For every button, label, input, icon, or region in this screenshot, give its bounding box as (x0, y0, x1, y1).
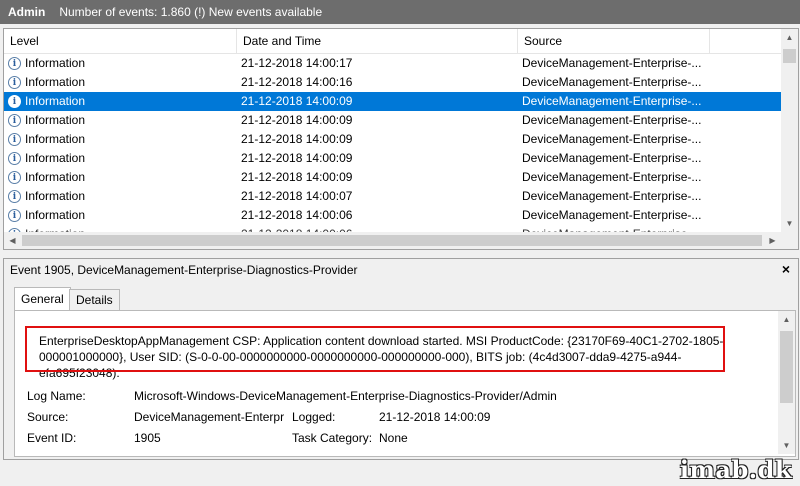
event-detail-title: Event 1905, DeviceManagement-Enterprise-… (10, 263, 358, 277)
level-cell: i Information (8, 206, 85, 225)
detail-scroll-down-arrow-icon[interactable]: ▼ (778, 437, 795, 454)
detail-scroll-thumb[interactable] (780, 331, 793, 403)
scroll-down-arrow-icon[interactable]: ▼ (781, 215, 798, 232)
close-icon[interactable]: × (782, 261, 790, 277)
level-cell: i Information (8, 187, 85, 206)
table-row[interactable]: i Information 21-12-2018 14:00:09 DeviceMan… (4, 92, 781, 111)
logged-label: Logged: (292, 410, 336, 424)
window-titlebar: Admin Number of events: 1.860 (!) New ev… (0, 0, 800, 24)
level-text: Information (25, 56, 86, 70)
date-time-cell: 21-12-2018 14:00:09 (241, 113, 353, 127)
date-time-cell: 21-12-2018 14:00:09 (241, 170, 353, 184)
source-cell: DeviceManagement-Enterprise-... (522, 170, 702, 184)
column-header-level[interactable]: Level (4, 29, 237, 53)
information-icon: i (8, 171, 21, 184)
watermark-logo: imab.dk (679, 455, 792, 484)
task-category-label: Task Category: (292, 431, 373, 445)
source-label: Source: (27, 410, 69, 424)
level-cell: i Information (8, 54, 85, 73)
source-cell: DeviceManagement-Enterprise-... (522, 56, 702, 70)
level-cell: i Information (8, 130, 85, 149)
horizontal-scroll-thumb[interactable] (22, 235, 762, 246)
column-header-source[interactable]: Source (518, 29, 710, 53)
level-text: Information (25, 151, 86, 165)
level-text: Information (25, 208, 86, 222)
general-tab-panel: EnterpriseDesktopAppManagement CSP: Appl… (14, 310, 796, 457)
information-icon: i (8, 190, 21, 203)
scroll-thumb[interactable] (783, 49, 796, 63)
table-row[interactable]: i Information 21-12-2018 14:00:09 DeviceMan… (4, 111, 781, 130)
scroll-right-arrow-icon[interactable]: ▶ (764, 232, 781, 249)
date-time-cell: 21-12-2018 14:00:09 (241, 132, 353, 146)
event-list-header: Level Date and Time Source (4, 29, 781, 54)
level-text: Information (25, 94, 86, 108)
date-time-cell: 21-12-2018 14:00:17 (241, 56, 353, 70)
log-name-title: Admin (8, 5, 46, 19)
log-name-label: Log Name: (27, 389, 86, 403)
source-cell: DeviceManagement-Enterprise-... (522, 94, 702, 108)
task-category-value: None (379, 431, 408, 445)
date-time-cell: 21-12-2018 14:00:07 (241, 189, 353, 203)
table-row[interactable]: i Information 21-12-2018 14:00:09 DeviceMan… (4, 130, 781, 149)
source-cell: DeviceManagement-Enterprise-... (522, 189, 702, 203)
event-list-horizontal-scrollbar[interactable]: ◀ ▶ (4, 232, 781, 249)
tab-details[interactable]: Details (69, 289, 120, 311)
source-cell: DeviceManagement-Enterprise-... (522, 208, 702, 222)
information-icon: i (8, 133, 21, 146)
detail-scroll-up-arrow-icon[interactable]: ▲ (778, 311, 795, 328)
source-cell: DeviceManagement-Enterprise-... (522, 113, 702, 127)
event-list[interactable]: Level Date and Time Source i Information 2… (3, 28, 799, 250)
table-row[interactable]: i Information 21-12-2018 14:00:09 DeviceMan… (4, 168, 781, 187)
event-id-label: Event ID: (27, 431, 77, 445)
information-icon: i (8, 76, 21, 89)
level-text: Information (25, 113, 86, 127)
source-cell: DeviceManagement-Enterprise-... (522, 132, 702, 146)
column-header-date-time[interactable]: Date and Time (237, 29, 518, 53)
date-time-cell: 21-12-2018 14:00:09 (241, 151, 353, 165)
tab-general[interactable]: General (14, 287, 71, 311)
table-row[interactable]: i Information 21-12-2018 14:00:06 DeviceMan… (4, 206, 781, 225)
log-name-value: Microsoft-Windows-DeviceManagement-Enter… (134, 389, 557, 403)
source-cell: DeviceManagement-Enterprise-... (522, 75, 702, 89)
level-text: Information (25, 189, 86, 203)
description-highlight-box (25, 326, 725, 372)
logged-value: 21-12-2018 14:00:09 (379, 410, 491, 424)
date-time-cell: 21-12-2018 14:00:09 (241, 94, 353, 108)
information-icon: i (8, 57, 21, 70)
event-detail-pane: Event 1905, DeviceManagement-Enterprise-… (3, 258, 799, 460)
date-time-cell: 21-12-2018 14:00:06 (241, 208, 353, 222)
table-row[interactable]: i Information 21-12-2018 14:00:09 DeviceMan… (4, 149, 781, 168)
event-count-status: Number of events: 1.860 (!) New events a… (59, 5, 323, 19)
event-id-value: 1905 (134, 431, 161, 445)
level-cell: i Information (8, 92, 85, 111)
level-cell: i Information (8, 168, 85, 187)
table-row[interactable]: i Information 21-12-2018 14:00:17 DeviceMan… (4, 54, 781, 73)
information-icon: i (8, 114, 21, 127)
detail-vertical-scrollbar[interactable]: ▲ ▼ (778, 311, 795, 454)
level-cell: i Information (8, 73, 85, 92)
table-row[interactable]: i Information 21-12-2018 14:00:16 DeviceMan… (4, 73, 781, 92)
source-cell: DeviceManagement-Enterprise-... (522, 151, 702, 165)
scroll-up-arrow-icon[interactable]: ▲ (781, 29, 798, 46)
table-row[interactable]: i Information 21-12-2018 14:00:07 DeviceMan… (4, 187, 781, 206)
information-icon: i (8, 209, 21, 222)
information-icon: i (8, 95, 21, 108)
information-icon: i (8, 152, 21, 165)
scroll-left-arrow-icon[interactable]: ◀ (4, 232, 21, 249)
level-cell: i Information (8, 111, 85, 130)
scrollbar-corner (781, 232, 798, 249)
event-list-vertical-scrollbar[interactable]: ▲ ▼ (781, 29, 798, 232)
date-time-cell: 21-12-2018 14:00:16 (241, 75, 353, 89)
level-text: Information (25, 170, 86, 184)
source-value: DeviceManagement-Enterpr (134, 410, 285, 424)
level-text: Information (25, 132, 86, 146)
level-text: Information (25, 75, 86, 89)
event-rows: i Information 21-12-2018 14:00:17 DeviceMan… (4, 54, 781, 235)
level-cell: i Information (8, 149, 85, 168)
